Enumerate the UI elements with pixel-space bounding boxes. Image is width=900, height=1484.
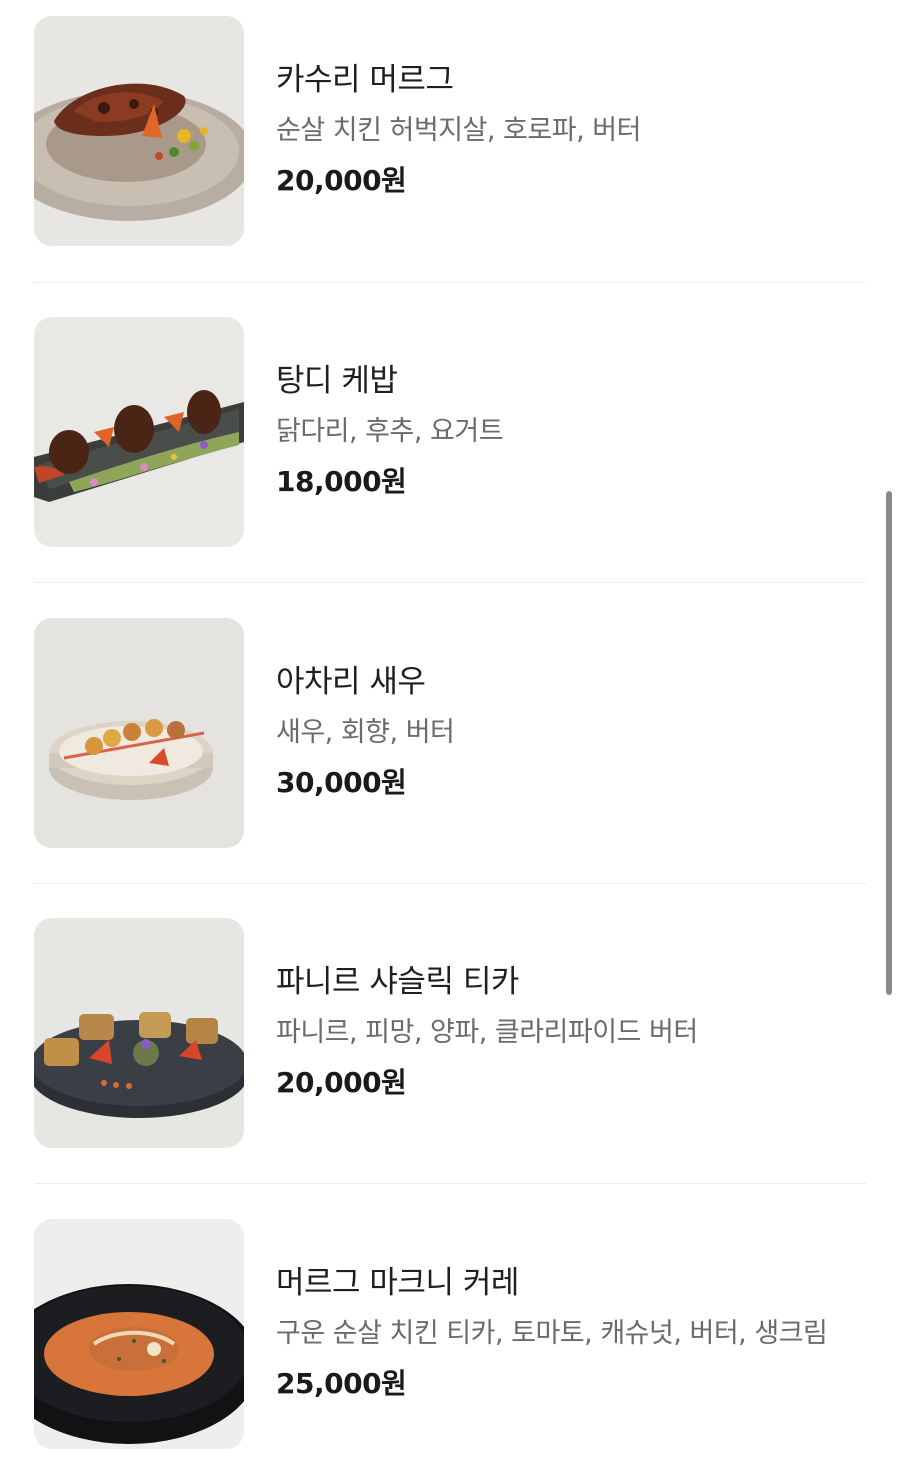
divider	[34, 282, 866, 283]
menu-item-name: 탕디 케밥	[276, 363, 398, 399]
menu-item-description: 구운 순살 치킨 티카, 토마토, 캐슈넛, 버터, 생크림	[276, 1318, 828, 1349]
butter-chicken-curry-bowl-icon	[34, 1219, 244, 1449]
menu-list-screen: 카수리 머르그 순살 치킨 허벅지살, 호로파, 버터 20,000원 탕디 케…	[0, 0, 900, 1484]
menu-item-name: 파니르 샤슬릭 티카	[276, 964, 519, 1000]
menu-item-image[interactable]	[34, 918, 244, 1148]
menu-item-info: 파니르 샤슬릭 티카 파니르, 피망, 양파, 클라리파이드 버터 20,000…	[276, 962, 856, 1102]
menu-item-info: 탕디 케밥 닭다리, 후추, 요거트 18,000원	[276, 361, 856, 501]
grilled-chicken-on-ribbed-plate-icon	[34, 16, 244, 246]
menu-item-image[interactable]	[34, 16, 244, 246]
divider	[34, 883, 866, 884]
menu-item[interactable]: 머르그 마크니 커레 구운 순살 치킨 티카, 토마토, 캐슈넛, 버터, 생크…	[34, 1219, 866, 1479]
menu-item-name: 머르그 마크니 커레	[276, 1265, 519, 1301]
menu-item-price: 20,000원	[276, 1066, 407, 1099]
menu-item-name: 카수리 머르그	[276, 62, 454, 98]
menu-item-info: 카수리 머르그 순살 치킨 허벅지살, 호로파, 버터 20,000원	[276, 60, 856, 200]
menu-item[interactable]: 파니르 샤슬릭 티카 파니르, 피망, 양파, 클라리파이드 버터 20,000…	[34, 918, 866, 1150]
shrimp-in-ceramic-bowl-icon	[34, 618, 244, 848]
menu-item-info: 머르그 마크니 커레 구운 순살 치킨 티카, 토마토, 캐슈넛, 버터, 생크…	[276, 1263, 856, 1403]
menu-item-description: 순살 치킨 허벅지살, 호로파, 버터	[276, 115, 641, 146]
menu-item-name: 아차리 새우	[276, 664, 426, 700]
divider	[34, 582, 866, 583]
menu-item-description: 닭다리, 후추, 요거트	[276, 416, 504, 447]
menu-item[interactable]: 탕디 케밥 닭다리, 후추, 요거트 18,000원	[34, 317, 866, 549]
scrollbar[interactable]	[886, 491, 892, 995]
chicken-drumsticks-on-slate-tray-icon	[34, 317, 244, 547]
menu-item-image[interactable]	[34, 618, 244, 848]
menu-item-info: 아차리 새우 새우, 회향, 버터 30,000원	[276, 662, 856, 802]
menu-item-image[interactable]	[34, 1219, 244, 1449]
menu-item-price: 20,000원	[276, 164, 407, 197]
menu-item[interactable]: 카수리 머르그 순살 치킨 허벅지살, 호로파, 버터 20,000원	[34, 16, 866, 248]
menu-item-price: 30,000원	[276, 766, 407, 799]
menu-item-description: 파니르, 피망, 양파, 클라리파이드 버터	[276, 1017, 698, 1048]
menu-item-price: 18,000원	[276, 465, 407, 498]
divider	[34, 1183, 866, 1184]
menu-item-description: 새우, 회향, 버터	[276, 717, 455, 748]
menu-item-image[interactable]	[34, 317, 244, 547]
menu-item-price: 25,000원	[276, 1367, 407, 1400]
paneer-tikka-on-dark-plate-icon	[34, 918, 244, 1148]
menu-item[interactable]: 아차리 새우 새우, 회향, 버터 30,000원	[34, 618, 866, 850]
